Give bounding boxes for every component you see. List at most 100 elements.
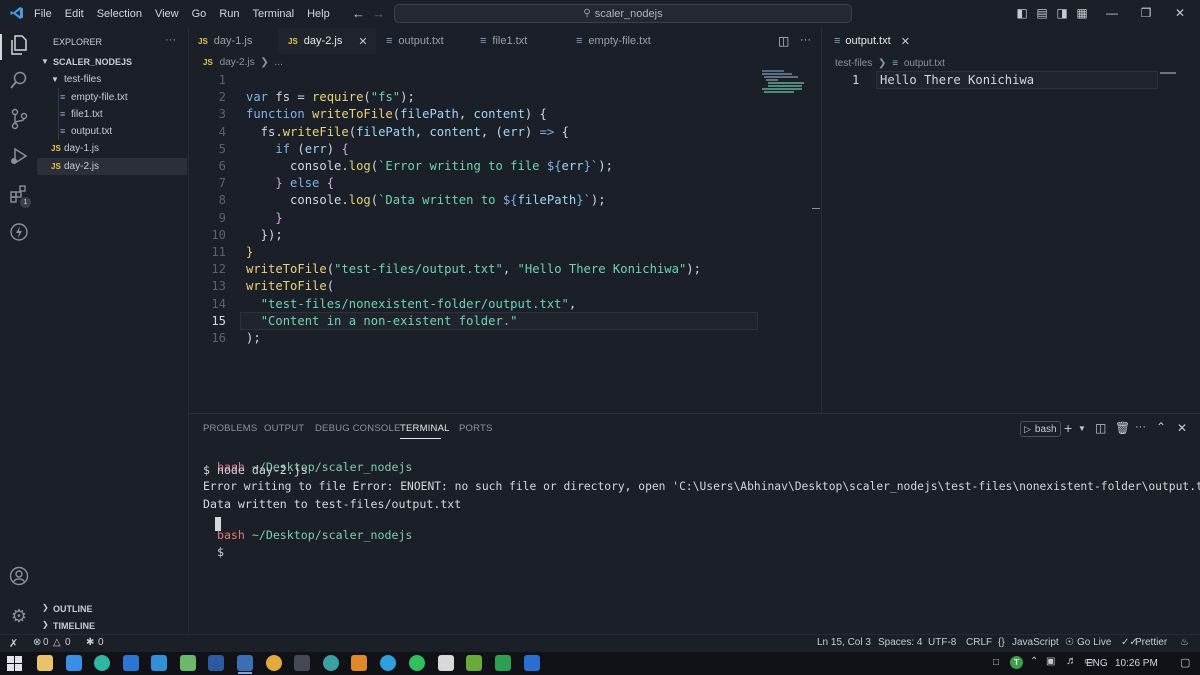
menu-terminal[interactable]: Terminal [253, 8, 295, 20]
warning-icon[interactable]: △ [53, 637, 61, 648]
terminal-shell-selector[interactable]: ▷ bash [1020, 421, 1061, 437]
game-app-icon[interactable] [323, 655, 339, 671]
pycharm-app-icon[interactable] [495, 655, 511, 671]
more-actions-icon[interactable]: ··· [165, 34, 176, 46]
close-window-icon[interactable]: ✕ [1172, 6, 1188, 20]
toggle-primary-sidebar-icon[interactable]: ◧ [1014, 6, 1030, 20]
output-file-content[interactable]: Hello There Konichiwa [880, 73, 1034, 87]
encoding[interactable]: UTF-8 [928, 637, 956, 648]
timeline-section[interactable]: TIMELINE [53, 621, 95, 631]
error-count[interactable]: 0 [43, 637, 49, 648]
back-arrow-icon[interactable]: ← [352, 6, 365, 21]
root-chevron-icon[interactable]: ▼ [41, 57, 49, 66]
menu-help[interactable]: Help [307, 8, 330, 20]
file-explorer-app-icon[interactable] [37, 655, 53, 671]
menu-view[interactable]: View [155, 8, 179, 20]
breadcrumb-ellipsis[interactable]: ... [275, 57, 283, 68]
media-app-icon[interactable] [294, 655, 310, 671]
toggle-secondary-sidebar-icon[interactable]: ◨ [1054, 6, 1070, 20]
windows-start-icon[interactable] [7, 656, 22, 674]
account-icon[interactable] [7, 566, 31, 590]
telegram-app-icon[interactable] [380, 655, 396, 671]
whatsapp-app-icon[interactable] [409, 655, 425, 671]
database-app-icon[interactable] [466, 655, 482, 671]
panel-tab-problems[interactable]: PROBLEMS [203, 423, 257, 434]
run-debug-icon[interactable] [7, 146, 31, 170]
outlook-app-icon[interactable] [123, 655, 139, 671]
maximize-panel-icon[interactable]: ⌃ [1156, 420, 1166, 434]
explorer-icon[interactable] [7, 34, 31, 58]
menu-go[interactable]: Go [192, 8, 207, 20]
ports-icon[interactable]: ✱ [86, 637, 94, 648]
language-mode[interactable]: JavaScript [1012, 637, 1059, 648]
tab-empty-file-txt[interactable]: ≡ empty-file.txt [568, 28, 678, 54]
new-terminal-icon[interactable]: + [1064, 420, 1072, 436]
outline-chevron-icon[interactable]: ❯ [42, 603, 49, 612]
file-day-2[interactable]: day-2.js [64, 161, 99, 172]
terminal-dropdown-icon[interactable]: ▼ [1078, 424, 1086, 433]
search-icon[interactable] [7, 70, 31, 94]
outline-section[interactable]: OUTLINE [53, 604, 93, 614]
lightning-icon[interactable] [7, 222, 31, 246]
panel-tab-ports[interactable]: PORTS [459, 423, 493, 434]
notepad-app-icon[interactable] [180, 655, 196, 671]
tray-status-badge[interactable]: T [1010, 656, 1023, 669]
breadcrumb-folder[interactable]: test-files [835, 58, 872, 69]
chrome-app-icon[interactable] [266, 655, 282, 671]
tab-day-1[interactable]: JS day-1.js [190, 28, 278, 54]
file-file1[interactable]: file1.txt [71, 109, 103, 120]
network-icon[interactable]: ▣ [1046, 656, 1055, 667]
edge-browser-icon[interactable] [94, 655, 110, 671]
timeline-chevron-icon[interactable]: ❯ [42, 620, 49, 629]
remote-icon[interactable]: ✗ [9, 637, 18, 650]
terminal-input-line[interactable]: $ [203, 531, 224, 559]
indentation[interactable]: Spaces: 4 [878, 637, 922, 648]
taskbar-clock[interactable]: 10:26 PM [1115, 658, 1158, 669]
customize-layout-icon[interactable]: ▦ [1074, 6, 1090, 20]
tab-output-txt-right[interactable]: ≡ output.txt ✕ [830, 28, 920, 54]
panel-more-icon[interactable]: ··· [1135, 421, 1146, 433]
folder-test-files[interactable]: test-files [64, 74, 101, 85]
restore-icon[interactable]: ❐ [1138, 6, 1154, 20]
close-tab-icon[interactable]: ✕ [358, 35, 367, 48]
split-editor-icon[interactable]: ◫ [778, 34, 789, 48]
close-tab-icon[interactable]: ✕ [901, 35, 910, 48]
end-of-line[interactable]: CRLF [966, 637, 992, 648]
folder-chevron-icon[interactable]: ▼ [51, 75, 59, 84]
powershell-app-icon[interactable] [208, 655, 224, 671]
sublime-app-icon[interactable] [351, 655, 367, 671]
kill-terminal-icon[interactable]: 🗑 [1115, 421, 1130, 435]
file-output[interactable]: output.txt [71, 126, 112, 137]
settings-gear-icon[interactable]: ⚙ [7, 604, 31, 628]
root-folder[interactable]: SCALER_NODEJS [53, 57, 132, 67]
toggle-panel-icon[interactable]: ▤ [1034, 6, 1050, 20]
settings-app-icon[interactable] [66, 655, 82, 671]
menu-edit[interactable]: Edit [65, 8, 84, 20]
notifications-bell-icon[interactable]: ♨ [1180, 637, 1189, 648]
breadcrumb-file[interactable]: output.txt [904, 58, 945, 69]
tab-output-txt[interactable]: ≡ output.txt [376, 28, 472, 54]
editor-more-icon[interactable]: ··· [800, 34, 811, 46]
cursor-position[interactable]: Ln 15, Col 3 [817, 637, 871, 648]
volume-icon[interactable]: ♬ [1066, 655, 1077, 667]
tab-day-2[interactable]: JS day-2.js ✕ [278, 28, 376, 54]
menu-run[interactable]: Run [219, 8, 239, 20]
command-center-search[interactable]: ⚲ scaler_nodejs [394, 4, 852, 23]
warning-count[interactable]: 0 [65, 637, 71, 648]
prettier[interactable]: Prettier [1135, 637, 1167, 648]
minimize-icon[interactable]: — [1104, 6, 1120, 20]
panel-tab-output[interactable]: OUTPUT [264, 423, 304, 434]
file-empty-file[interactable]: empty-file.txt [71, 92, 128, 103]
vscode-app-icon[interactable] [151, 655, 167, 671]
ports-count[interactable]: 0 [98, 637, 104, 648]
tray-chevron-icon[interactable]: ⌃ [1030, 656, 1038, 667]
source-control-icon[interactable] [7, 108, 31, 132]
panel-tab-debug-console[interactable]: DEBUG CONSOLE [315, 423, 400, 434]
language-indicator[interactable]: ENG [1086, 658, 1108, 669]
file-day-1[interactable]: day-1.js [64, 143, 99, 154]
breadcrumb-file[interactable]: day-2.js [220, 57, 255, 68]
system-tray-icon[interactable]: □ [993, 657, 999, 668]
notion-app-icon[interactable] [524, 655, 540, 671]
minimap[interactable] [762, 70, 810, 94]
tab-file1-txt[interactable]: ≡ file1.txt [472, 28, 568, 54]
